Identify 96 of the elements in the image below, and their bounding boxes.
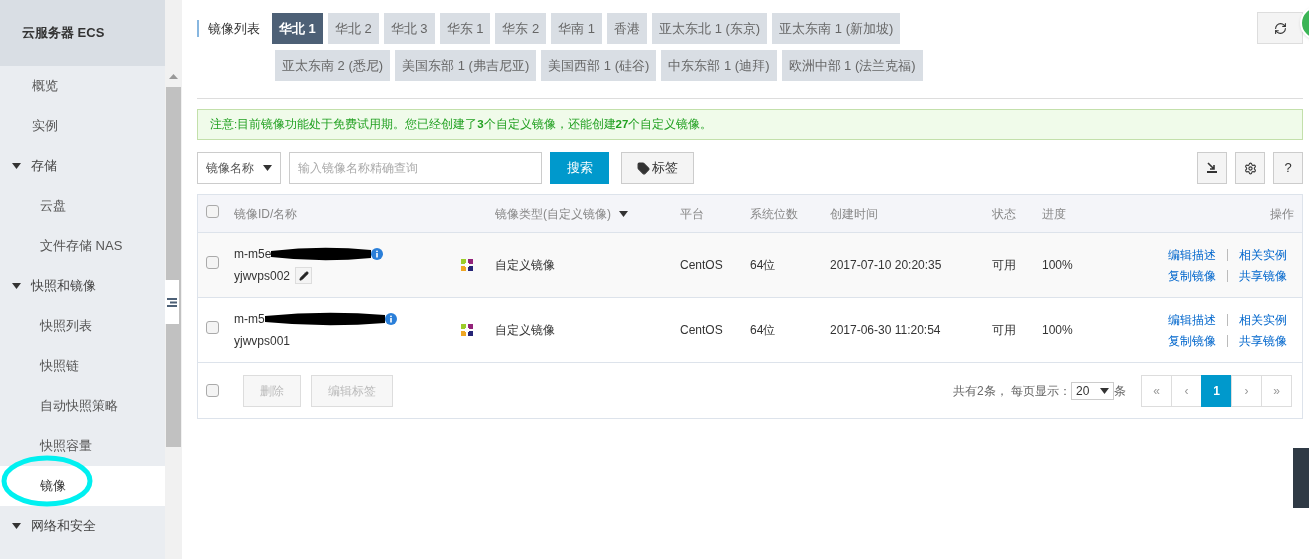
action-link[interactable]: 相关实例 [1239, 310, 1287, 329]
sidebar-item[interactable]: 自动快照策略 [0, 386, 165, 426]
region-tab[interactable]: 亚太东北 1 (东京) [652, 13, 768, 44]
download-icon [1206, 162, 1218, 174]
column-header: 状态 [992, 205, 1017, 223]
table-cell-text: 自定义镜像 [495, 257, 556, 274]
tag-button[interactable]: 标签 [621, 152, 694, 184]
table-cell-text: 可用 [992, 322, 1017, 339]
table-cell-text: 64位 [750, 257, 777, 274]
collapse-handle[interactable] [165, 280, 179, 324]
page-button[interactable]: › [1231, 374, 1262, 407]
image-name: yjwvps002 [234, 267, 291, 285]
page-size-select[interactable]: 20 [1071, 381, 1114, 400]
table-cell-text: 自定义镜像 [495, 322, 556, 339]
edit-button[interactable] [295, 267, 313, 284]
caret-icon [12, 163, 21, 169]
action-link[interactable]: 相关实例 [1239, 245, 1287, 264]
table-cell-text: 2017-06-30 11:20:54 [830, 322, 942, 339]
unit-label: 条 [1114, 382, 1126, 400]
table-cell-text: 100% [1042, 322, 1074, 339]
region-tab[interactable]: 华北 2 [327, 13, 379, 44]
column-header[interactable]: 镜像类型(自定义镜像) [495, 204, 680, 223]
column-header: 系统位数 [750, 205, 799, 223]
sidebar-group[interactable]: 存储 [0, 146, 165, 186]
action-link[interactable]: 编辑描述 [1168, 310, 1216, 329]
column-header: 镜像ID/名称 [233, 205, 299, 223]
region-tab[interactable]: 华北 3 [383, 13, 435, 44]
tag-icon [637, 161, 650, 175]
section-title: 镜像列表 [208, 19, 260, 38]
table-cell-text: 可用 [992, 257, 1017, 274]
region-tab[interactable]: 亚太东南 2 (悉尼) [275, 50, 391, 81]
sidebar-item[interactable]: 快照链 [0, 346, 165, 386]
page-button[interactable]: 1 [1201, 374, 1232, 407]
info-icon[interactable] [384, 313, 397, 325]
caret-icon [1100, 387, 1109, 394]
action-link[interactable]: 复制镜像 [1168, 266, 1216, 285]
checkbox[interactable] [206, 384, 219, 397]
caret-icon [619, 210, 628, 217]
checkbox[interactable] [206, 256, 219, 269]
sidebar-item[interactable]: 概览 [0, 66, 165, 106]
caret-icon [263, 165, 272, 171]
export-button[interactable] [1197, 152, 1227, 184]
region-tab[interactable]: 欧洲中部 1 (法兰克福) [781, 50, 923, 81]
image-id: m-m5e [234, 246, 272, 263]
region-tab[interactable]: 香港 [607, 13, 648, 44]
column-header: 进度 [1042, 205, 1067, 223]
sidebar-item[interactable]: 实例 [0, 106, 165, 146]
sidebar-item[interactable]: 文件存储 NAS [0, 226, 165, 266]
settings-button[interactable] [1235, 152, 1265, 184]
table-cell-text: 64位 [750, 322, 777, 339]
column-header: 平台 [680, 205, 705, 223]
page-button[interactable]: « [1141, 374, 1172, 407]
caret-icon [12, 523, 21, 529]
sidebar-group[interactable]: 网络和安全 [0, 506, 165, 546]
image-id: m-m5 [234, 311, 265, 328]
scroll-up-icon[interactable] [169, 74, 178, 79]
page-button[interactable]: » [1261, 374, 1292, 407]
action-link[interactable]: 共享镜像 [1239, 266, 1287, 285]
refresh-icon [1273, 21, 1287, 35]
action-link[interactable]: 编辑描述 [1168, 245, 1216, 264]
region-tab[interactable]: 美国西部 1 (硅谷) [541, 50, 657, 81]
sidebar-header: 云服务器 ECS [0, 0, 165, 66]
region-tab[interactable]: 亚太东南 1 (新加坡) [772, 13, 901, 44]
sidebar-item[interactable]: 快照列表 [0, 306, 165, 346]
refresh-button[interactable] [1257, 12, 1303, 44]
region-tab[interactable]: 华东 2 [495, 13, 547, 44]
image-name: yjwvps001 [234, 332, 291, 350]
total-count: 共有2条， 每页显示： [953, 382, 1071, 400]
search-field[interactable]: 输入镜像名称精确查询 [289, 152, 542, 184]
table-cell-text: 100% [1042, 257, 1074, 274]
checkbox[interactable] [206, 321, 219, 334]
caret-icon [12, 283, 21, 289]
filter-select[interactable]: 镜像名称 [197, 152, 281, 184]
search-button[interactable]: 搜索 [550, 152, 609, 184]
help-button[interactable]: ? [1273, 152, 1303, 184]
table-cell-text: CentOS [680, 322, 724, 339]
region-tab[interactable]: 华南 1 [551, 13, 603, 44]
region-tab[interactable]: 美国东部 1 (弗吉尼亚) [395, 50, 537, 81]
table-cell-text: CentOS [680, 257, 724, 274]
list-icon [167, 297, 177, 307]
sidebar-group[interactable]: 快照和镜像 [0, 266, 165, 306]
action-link[interactable]: 复制镜像 [1168, 331, 1216, 350]
region-tab[interactable]: 中东东部 1 (迪拜) [661, 50, 777, 81]
notice-banner: 注意:目前镜像功能处于免费试用期。您已经创建了3个自定义镜像，还能创建27个自定义镜像。 [197, 109, 1303, 140]
sidebar-item[interactable]: 快照容量 [0, 426, 165, 466]
region-tab[interactable]: 华东 1 [439, 13, 491, 44]
table-cell-text: 2017-07-10 20:20:35 [830, 257, 943, 274]
action-link[interactable]: 共享镜像 [1239, 331, 1287, 350]
page-button[interactable]: ‹ [1171, 374, 1202, 407]
column-header: 创建时间 [830, 205, 879, 223]
column-header: 操作 [1269, 205, 1295, 223]
sidebar-item[interactable]: 云盘 [0, 186, 165, 226]
pencil-icon [298, 270, 309, 281]
checkbox[interactable] [206, 204, 219, 218]
settings-icon [1243, 161, 1257, 175]
region-tab[interactable]: 华北 1 [272, 13, 323, 44]
